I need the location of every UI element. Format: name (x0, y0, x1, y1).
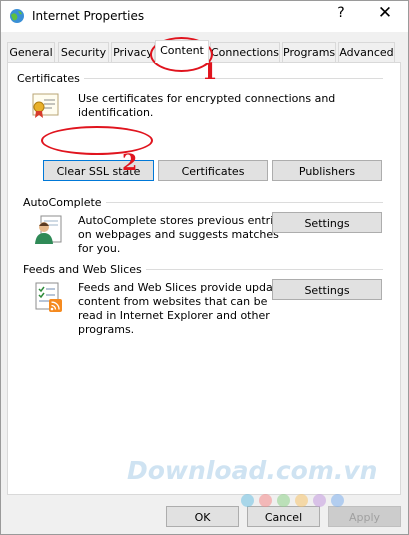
watermark-dot (259, 494, 272, 507)
apply-button[interactable]: Apply (328, 506, 401, 527)
watermark-dot (241, 494, 254, 507)
close-button[interactable]: ✕ (375, 3, 395, 23)
autocomplete-divider (93, 202, 383, 203)
certificates-divider (78, 78, 383, 79)
autocomplete-heading: AutoComplete (23, 196, 106, 209)
feeds-description-line-3: read in Internet Explorer and other (78, 309, 270, 322)
tab-general[interactable]: General (7, 42, 55, 62)
tab-content[interactable]: Content (155, 40, 209, 63)
tab-security[interactable]: Security (58, 42, 109, 62)
help-button[interactable]: ? (334, 5, 348, 21)
feeds-description: Feeds and Web Slices provide updated con… (78, 281, 291, 337)
certificates-button[interactable]: Certificates (158, 160, 268, 181)
feeds-description-line-2: content from websites that can be (78, 295, 268, 308)
watermark-dot (295, 494, 308, 507)
ok-button[interactable]: OK (166, 506, 239, 527)
watermark-dot (277, 494, 290, 507)
tab-strip: General Security Privacy Content Connect… (7, 40, 399, 63)
autocomplete-user-icon (32, 214, 64, 249)
content-tab-panel: Certificates Use certificates for encryp… (7, 62, 401, 495)
tab-programs[interactable]: Programs (282, 42, 336, 62)
publishers-button[interactable]: Publishers (272, 160, 382, 181)
tab-advanced[interactable]: Advanced (338, 42, 395, 62)
feeds-divider (136, 269, 383, 270)
cancel-button[interactable]: Cancel (247, 506, 320, 527)
window-title: Internet Properties (32, 9, 145, 23)
autocomplete-description: AutoComplete stores previous entries on … (78, 214, 286, 256)
step-2-marker: 2 (122, 150, 138, 176)
watermark-dot (313, 494, 326, 507)
feeds-rss-icon (33, 281, 65, 316)
tab-privacy[interactable]: Privacy (111, 42, 155, 62)
internet-properties-window: Internet Properties ? ✕ General Security… (0, 0, 409, 535)
autocomplete-description-line-1: AutoComplete stores previous entries (78, 214, 286, 227)
watermark-dot (331, 494, 344, 507)
certificate-icon (29, 90, 61, 125)
autocomplete-description-line-2: on webpages and suggests matches (78, 228, 279, 241)
internet-globe-icon (9, 8, 25, 24)
feeds-settings-button[interactable]: Settings (272, 279, 382, 300)
feeds-description-line-1: Feeds and Web Slices provide updated (78, 281, 291, 294)
feeds-heading: Feeds and Web Slices (23, 263, 146, 276)
clear-ssl-state-button[interactable]: Clear SSL state (43, 160, 154, 181)
certificates-heading: Certificates (17, 72, 84, 85)
tab-connections[interactable]: Connections (210, 42, 280, 62)
feeds-description-line-4: programs. (78, 323, 135, 336)
autocomplete-settings-button[interactable]: Settings (272, 212, 382, 233)
title-bar: Internet Properties ? ✕ (1, 1, 408, 32)
certificates-description: Use certificates for encrypted connectio… (78, 92, 336, 119)
autocomplete-description-line-3: for you. (78, 242, 121, 255)
watermark-logo: Download.com.vn (127, 456, 378, 485)
